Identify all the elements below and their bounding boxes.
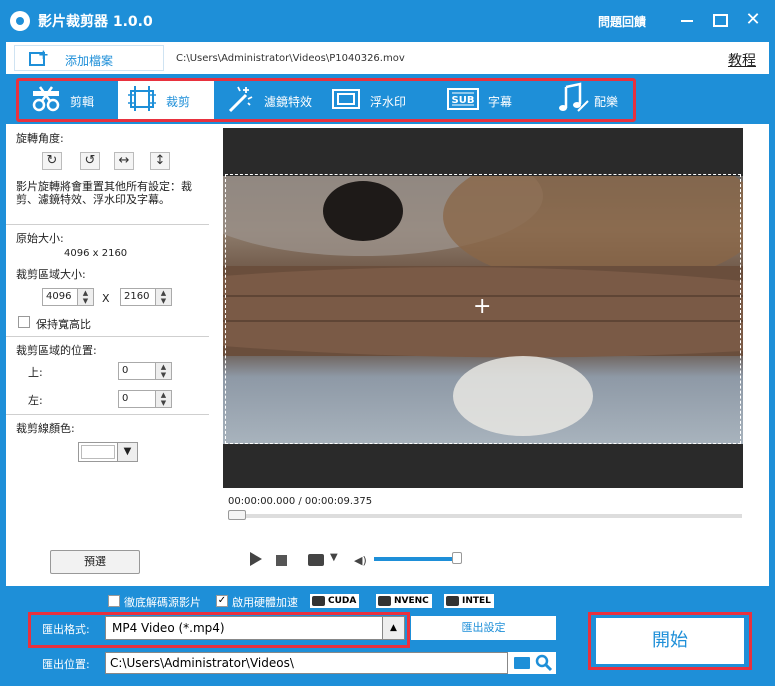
stepper-down-icon[interactable]: ▼ (155, 297, 171, 305)
cuda-badge: CUDA (310, 594, 360, 608)
format-highlight-box (28, 612, 410, 648)
crop-settings-panel: 旋轉角度: ↻ ↺ ↔ ↕ 影片旋轉將會重置其他所有設定：裁剪、濾鏡特效、浮水印… (6, 124, 209, 586)
position-label: 裁剪區域的位置: (16, 344, 97, 357)
line-color-picker[interactable]: ▼ (78, 442, 138, 462)
add-file-label: 添加檔案 (65, 54, 114, 68)
color-swatch (81, 445, 115, 459)
search-icon[interactable] (535, 654, 553, 672)
line-color-label: 裁剪線顏色: (16, 422, 75, 435)
top-offset-stepper[interactable]: 0 ▲ ▼ (118, 362, 172, 380)
export-settings-button[interactable]: 匯出設定 (411, 616, 556, 640)
hw-accel-checkbox[interactable]: ✓ (216, 595, 228, 607)
add-file-button[interactable]: 添加檔案 (14, 45, 164, 71)
top-label: 上: (28, 366, 43, 379)
crop-height-value: 2160 (124, 291, 150, 302)
feedback-link[interactable]: 問題回饋 (598, 13, 646, 30)
top-offset-value: 0 (122, 365, 129, 376)
stepper-down-icon[interactable]: ▼ (155, 371, 171, 379)
location-label: 匯出位置: (42, 658, 90, 671)
rotate-right-button[interactable]: ↻ (42, 152, 62, 170)
crop-width-value: 4096 (46, 291, 72, 302)
seek-bar[interactable] (228, 514, 742, 518)
seek-handle[interactable] (228, 510, 246, 520)
film-reel-icon (10, 11, 30, 31)
crop-width-stepper[interactable]: 4096 ▲ ▼ (42, 288, 94, 306)
hw-accel-label: 啟用硬體加速 (232, 596, 298, 609)
tutorial-link[interactable]: 教程 (728, 50, 756, 70)
divider (6, 414, 209, 415)
left-offset-value: 0 (122, 393, 129, 404)
crop-size-separator: X (102, 292, 110, 305)
left-label: 左: (28, 394, 43, 407)
close-button[interactable]: ✕ (742, 10, 764, 30)
file-bar: 添加檔案 C:\Users\Administrator\Videos\P1040… (6, 42, 769, 74)
maximize-button[interactable] (708, 10, 730, 30)
file-path: C:\Users\Administrator\Videos\P1040326.m… (176, 53, 405, 64)
timecode: 00:00:00.000 / 00:00:09.375 (228, 496, 373, 507)
export-panel: 徹底解碼源影片 ✓ 啟用硬體加速 CUDA NVENC INTEL 匯出格式: … (0, 590, 775, 686)
chevron-down-icon[interactable]: ▼ (330, 552, 338, 563)
camera-icon[interactable] (308, 554, 324, 566)
play-icon[interactable] (250, 552, 262, 566)
preview-button[interactable]: 預選 (50, 550, 140, 574)
crop-height-stepper[interactable]: 2160 ▲ ▼ (120, 288, 172, 306)
crosshair-icon[interactable]: + (473, 294, 491, 319)
rotate-label: 旋轉角度: (16, 132, 64, 145)
stepper-up-icon[interactable]: ▲ (155, 289, 171, 297)
volume-handle[interactable] (452, 552, 462, 564)
minimize-button[interactable] (676, 10, 698, 30)
stepper-down-icon[interactable]: ▼ (155, 399, 171, 407)
volume-slider[interactable] (374, 557, 460, 561)
flip-vertical-button[interactable]: ↕ (150, 152, 170, 170)
export-location-value: C:\Users\Administrator\Videos\ (110, 656, 294, 670)
intel-badge: INTEL (444, 594, 494, 608)
full-decode-label: 徹底解碼源影片 (124, 596, 201, 609)
stepper-up-icon[interactable]: ▲ (77, 289, 93, 297)
divider (6, 224, 209, 225)
chevron-down-icon[interactable]: ▼ (117, 443, 137, 461)
tab-bar: 剪輯 裁剪 濾鏡特效 浮水印 SUB 字幕 配樂 (6, 74, 769, 124)
original-size-value: 4096 x 2160 (64, 248, 128, 259)
left-offset-stepper[interactable]: 0 ▲ ▼ (118, 390, 172, 408)
stop-icon[interactable] (276, 555, 287, 566)
add-file-icon (29, 48, 49, 66)
volume-icon[interactable]: ◀) (354, 554, 367, 567)
app-title: 影片裁剪器 1.0.0 (38, 14, 153, 30)
rotate-note: 影片旋轉將會重置其他所有設定：裁剪、濾鏡特效、浮水印及字幕。 (16, 180, 192, 206)
original-size-label: 原始大小: (16, 232, 64, 245)
divider (6, 336, 209, 337)
stepper-up-icon[interactable]: ▲ (155, 391, 171, 399)
folder-icon[interactable] (514, 657, 530, 669)
tab-highlight-box (16, 78, 636, 122)
location-actions (508, 652, 556, 674)
keep-ratio-label: 保持寬高比 (36, 318, 91, 331)
keep-ratio-checkbox[interactable] (18, 316, 30, 328)
title-bar: 影片裁剪器 1.0.0 問題回饋 ✕ (0, 0, 775, 40)
flip-horizontal-button[interactable]: ↔ (114, 152, 134, 170)
nvenc-badge: NVENC (376, 594, 432, 608)
video-preview[interactable]: + (223, 128, 743, 488)
stepper-down-icon[interactable]: ▼ (77, 297, 93, 305)
full-decode-checkbox[interactable] (108, 595, 120, 607)
main-panel: 旋轉角度: ↻ ↺ ↔ ↕ 影片旋轉將會重置其他所有設定：裁剪、濾鏡特效、浮水印… (6, 124, 769, 586)
export-location-field[interactable]: C:\Users\Administrator\Videos\ (105, 652, 508, 674)
crop-size-label: 裁剪區域大小: (16, 268, 86, 281)
rotate-left-button[interactable]: ↺ (80, 152, 100, 170)
stepper-up-icon[interactable]: ▲ (155, 363, 171, 371)
start-highlight-box (588, 612, 752, 670)
